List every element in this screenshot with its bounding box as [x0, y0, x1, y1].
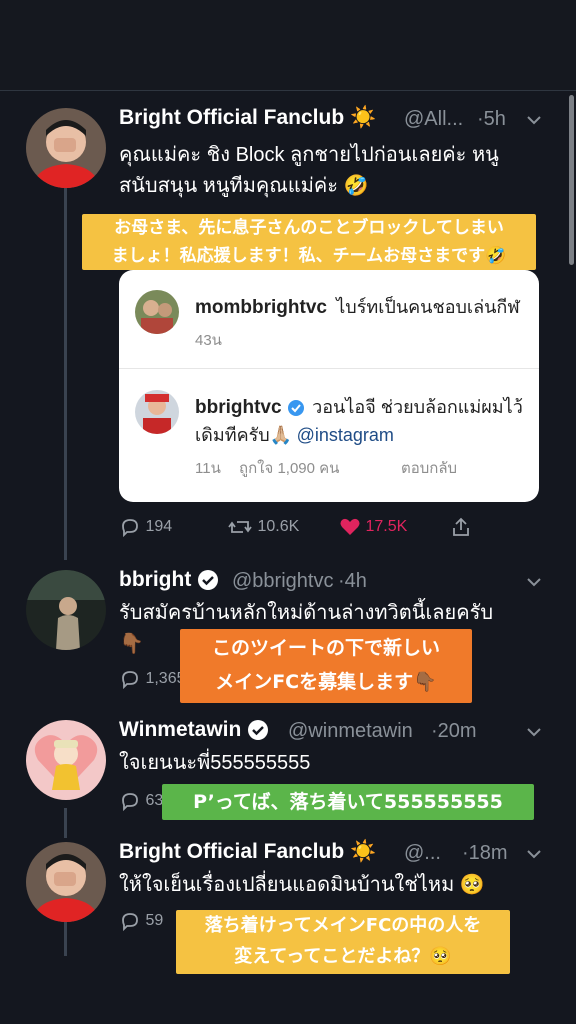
translation-line: ましょ！私応援します！私、チームお母さまです🤣 [111, 246, 507, 266]
translation-overlay: このツイートの下で新しい メインFCを募集します👇🏾 [180, 629, 472, 703]
comment-time: 43น [195, 332, 222, 349]
timestamp[interactable]: ·4h [338, 570, 367, 593]
like-button[interactable]: 17.5K [339, 516, 407, 538]
translation-line: 変えてってことだよね？🥺 [234, 946, 452, 967]
avatar [135, 390, 179, 434]
chevron-down-icon[interactable] [525, 845, 543, 863]
reply-count: 194 [145, 518, 173, 536]
heart-icon [340, 518, 360, 535]
embedded-image-card[interactable]: mombbrightvc ไบร์ทเป็นคนชอบเล่นกีฬ 43น b… [119, 270, 539, 502]
chevron-down-icon[interactable] [525, 723, 543, 741]
comment-text: วอนไอจี ช่วยบล้อกแม่ผมไว้ [312, 397, 523, 417]
retweet-count: 10.6K [257, 518, 300, 536]
display-name[interactable]: Bright Official Fanclub ☀️ [119, 840, 376, 864]
sun-emoji: ☀️ [350, 840, 377, 863]
avatar[interactable] [26, 108, 106, 188]
verified-badge-icon [248, 720, 269, 741]
display-name[interactable]: Bright Official Fanclub ☀️ [119, 106, 376, 130]
translation-line: メインFCを募集します👇🏾 [215, 671, 437, 693]
avatar [135, 290, 179, 334]
tweet-text-line: สนับสนุน หนูทีมคุณแม่ค่ะ 🤣 [119, 175, 369, 197]
display-name-text[interactable]: Winmetawin [119, 718, 241, 741]
translation-line: このツイートの下で新しい [211, 637, 440, 659]
tweet-text-line: คุณแม่คะ ชิง Block ลูกชายไปก่อนเลยค่ะ หน… [119, 144, 499, 166]
comment-username: bbrightvc วอนไอจี ช่วยบล้อกแม่ผมไว้ [195, 392, 523, 421]
scrollbar[interactable] [569, 95, 574, 265]
retweet-button[interactable]: 10.6K [227, 516, 299, 538]
avatar[interactable] [26, 570, 106, 650]
top-bar [0, 0, 576, 90]
share-icon [453, 517, 469, 536]
retweet-icon [228, 521, 252, 533]
chevron-down-icon[interactable] [525, 573, 543, 591]
handle[interactable]: @bbrightvc [232, 570, 333, 593]
comment-likes: ถูกใจ 1,090 คน [239, 460, 340, 477]
tweet-text-line: รับสมัครบ้านหลักใหม่ด้านล่างทวิตนี้เลยคร… [119, 602, 494, 624]
translation-overlay: お母さま、先に息子さんのことブロックしてしまい ましょ！私応援します！私、チーム… [82, 214, 536, 270]
reply-icon [122, 671, 138, 690]
comment-reply-link: ตอบกลับ [401, 460, 458, 477]
reply-count: 59 [145, 912, 164, 930]
display-name[interactable]: bbright [119, 568, 219, 592]
comment-username-text: bbrightvc [195, 397, 282, 418]
timestamp[interactable]: ·18m [462, 842, 508, 865]
handle[interactable]: @... [404, 842, 441, 865]
translation-line: P’ってば、落ち着いて555555555 [193, 791, 503, 813]
reply-count: 63 [145, 792, 164, 810]
timestamp[interactable]: ·20m [431, 720, 477, 743]
translation-line: お母さま、先に息子さんのことブロックしてしまい [114, 218, 504, 238]
translation-overlay: P’ってば、落ち着いて555555555 [162, 784, 534, 820]
reply-icon [122, 519, 138, 538]
share-button[interactable] [450, 516, 472, 538]
tweet-text: คุณแม่คะ ชิง Block ลูกชายไปก่อนเลยค่ะ หน… [119, 140, 549, 202]
comment-username-text: mombbrightvc [195, 297, 327, 318]
handle[interactable]: @All... [404, 108, 463, 131]
card-divider [119, 368, 539, 369]
verified-badge-icon [198, 570, 219, 591]
comment-text: เดิมทีครับ🙏🏼 [195, 425, 293, 445]
tweet-text: ให้ใจเย็นเรื่องเปลี่ยนแอดมินบ้านใช่ไหม 🥺 [119, 870, 549, 901]
mention-link[interactable]: @instagram [297, 425, 394, 445]
handle[interactable]: @winmetawin [288, 720, 413, 743]
tweet-text-line: ให้ใจเย็นเรื่องเปลี่ยนแอดมินบ้านใช่ไหม 🥺 [119, 874, 485, 896]
top-divider [0, 90, 576, 91]
comment-username: mombbrightvc ไบร์ทเป็นคนชอบเล่นกีฬ [195, 292, 520, 321]
translation-overlay: 落ち着けってメインFCの中の人を 変えてってことだよね？🥺 [176, 910, 510, 974]
timestamp[interactable]: ·5h [477, 108, 506, 131]
reply-icon [122, 793, 138, 812]
reply-button[interactable]: 59 [119, 910, 163, 932]
tweet-text-line: ใจเยนนะพี่555555555 [119, 752, 311, 774]
display-name[interactable]: Winmetawin [119, 718, 269, 742]
comment-text: ไบร์ทเป็นคนชอบเล่นกีฬ [336, 297, 520, 317]
tweet-text: ใจเยนนะพี่555555555 [119, 748, 549, 779]
thread-line [64, 808, 67, 838]
verified-badge-icon [287, 399, 304, 416]
comment-time: 11น [195, 460, 221, 477]
reply-button[interactable]: 194 [119, 516, 172, 538]
display-name-text[interactable]: Bright Official Fanclub [119, 840, 344, 863]
translation-line: 落ち着けってメインFCの中の人を [204, 915, 482, 936]
reply-icon [122, 913, 138, 932]
avatar[interactable] [26, 720, 106, 800]
chevron-down-icon[interactable] [525, 111, 543, 129]
like-count: 17.5K [365, 518, 408, 536]
avatar[interactable] [26, 842, 106, 922]
reply-button[interactable]: 63 [119, 790, 163, 812]
display-name-text[interactable]: Bright Official Fanclub [119, 106, 344, 129]
comment-text-line2: เดิมทีครับ🙏🏼 @instagram [195, 420, 394, 449]
thread-line [64, 920, 67, 956]
display-name-text[interactable]: bbright [119, 568, 191, 591]
thread-line [64, 166, 67, 560]
reply-button[interactable]: 1,365 [119, 668, 186, 690]
sun-emoji: ☀️ [350, 106, 377, 129]
